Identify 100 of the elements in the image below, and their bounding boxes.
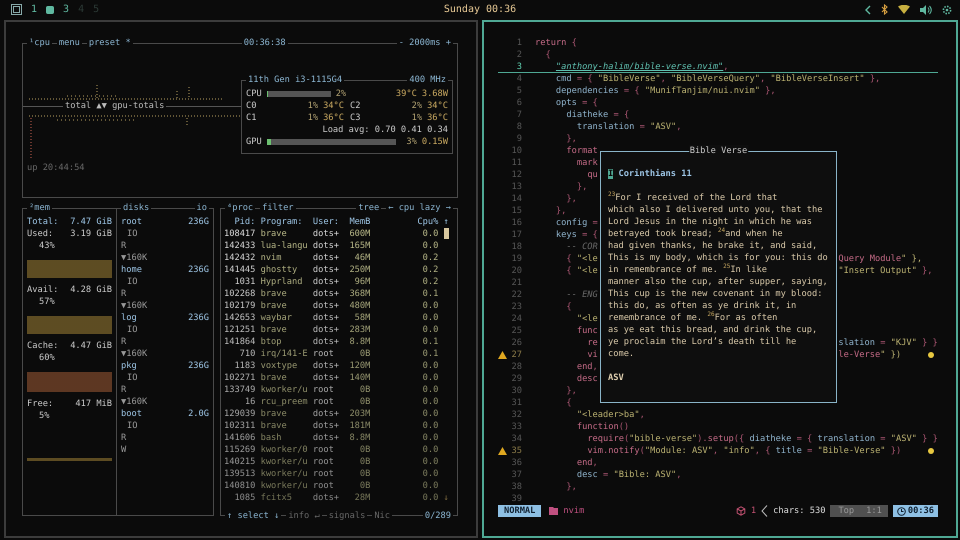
disk-stat: W	[121, 444, 128, 456]
verse-text: which also I delivered unto you, that the	[608, 204, 824, 216]
code-line: },	[554, 205, 566, 217]
percent-text: 2%	[412, 100, 422, 112]
table-cell: 129039	[224, 408, 256, 420]
disk-stat: ▼160K	[121, 252, 148, 264]
percent-text: 1%	[308, 100, 318, 112]
code-line: vi	[586, 349, 598, 361]
table-cell-text: 0B	[358, 396, 370, 408]
table-cell-text: brave	[260, 420, 288, 432]
panel-tab[interactable]: ← cpu lazy →	[386, 202, 453, 214]
window-icon[interactable]	[11, 4, 22, 15]
scroll-down-arrow[interactable]: ↓	[444, 492, 454, 504]
table-cell-text: 0.0	[422, 468, 438, 480]
wifi-icon[interactable]	[898, 5, 910, 14]
table-cell-text: 710	[238, 348, 256, 360]
scroll-up-arrow[interactable]: ↑	[444, 216, 454, 228]
table-cell-text: brave	[260, 324, 288, 336]
code-line: config =	[554, 217, 598, 229]
code-line: },	[576, 181, 588, 193]
disk-stat: R	[121, 240, 128, 252]
table-cell-text: 0B	[358, 480, 370, 492]
volume-icon[interactable]	[920, 4, 932, 14]
settings-icon[interactable]	[942, 4, 952, 14]
column-header[interactable]: User:	[312, 216, 340, 228]
line-number: 34	[510, 433, 522, 445]
table-cell-text: 0B	[358, 456, 370, 468]
panel-tab[interactable]: ¹cpu	[27, 37, 52, 49]
memory-label: Cache:	[27, 340, 58, 352]
line-number: 6	[516, 97, 522, 109]
code-line: function()	[576, 421, 630, 433]
change-count: 1	[750, 505, 756, 517]
code-line: cmd = { "BibleVerse", "BibleVerseQuery", "BibleVerseInsert" },	[554, 73, 880, 85]
power-text: 3.68W	[422, 88, 448, 100]
column-header[interactable]: Program:	[260, 216, 308, 228]
clock: Sunday 00:36	[444, 4, 516, 16]
code-line: "<leader>ba",	[576, 409, 645, 421]
table-cell-text: root	[312, 444, 335, 456]
column-header[interactable]: MemB	[344, 216, 370, 228]
disk-stat: IO	[126, 324, 138, 336]
verse-text: betrayed took bread; $^{24}$and when he	[608, 228, 784, 240]
disk-size: 2.0G	[188, 408, 209, 420]
column-header[interactable]: Pid:	[224, 216, 256, 228]
code-line: },	[565, 193, 577, 205]
line-number: 28	[510, 361, 522, 373]
table-cell: 140810	[224, 480, 256, 492]
disk-stat: R	[121, 384, 128, 396]
code-line: opts = {	[554, 97, 598, 109]
scrollbar-thumb[interactable]	[444, 228, 449, 239]
line-number: 5	[516, 85, 522, 97]
memory-value: 3.19 GiB	[70, 228, 112, 240]
line-number: 27	[510, 349, 522, 361]
memory-label: Used:	[27, 228, 54, 240]
table-cell: dots+	[312, 324, 340, 336]
workspace-button[interactable]: 1	[31, 4, 38, 16]
table-cell: 141445	[224, 264, 256, 276]
table-cell-text: 1183	[233, 360, 256, 372]
mode-indicator: NORMAL	[498, 505, 542, 517]
table-cell: dots+	[312, 264, 340, 276]
verse-text: $^{23}$For I received of the Lord that	[608, 192, 778, 204]
table-cell: 108417	[224, 228, 256, 240]
table-cell: dots+	[312, 288, 340, 300]
table-cell: 141864	[224, 336, 256, 348]
code-line: require("bible-verse").setup({ diatheke = { translation = "ASV" } }	[586, 433, 938, 445]
temperature-text: 39°C	[396, 88, 417, 100]
disk-stat: IO	[126, 228, 138, 240]
temperature-text: 34°C	[427, 100, 448, 112]
bluetooth-icon[interactable]	[881, 4, 888, 15]
line-number: 17	[510, 229, 522, 241]
code-line: { "<le	[565, 265, 598, 277]
table-cell: 139513	[224, 468, 256, 480]
chevron-left-icon[interactable]	[864, 4, 871, 14]
code-line: end,	[576, 457, 598, 469]
memory-label: Free:	[27, 398, 54, 410]
verse-text: in remembrance of me. $^{25}$In like	[608, 264, 768, 276]
table-cell: 121251	[224, 324, 256, 336]
disk-name: boot	[121, 408, 142, 420]
code-line: translation = "ASV",	[576, 121, 682, 133]
verse-text: come.	[608, 348, 636, 360]
percent-text: 1%	[412, 112, 422, 124]
panel-tab[interactable]: preset *	[86, 37, 133, 49]
workspace-button[interactable]	[46, 6, 54, 14]
table-cell: 102311	[224, 420, 256, 432]
table-cell-text: 0.0	[422, 420, 438, 432]
line-number: 25	[510, 325, 522, 337]
table-cell-text: voxtype	[260, 360, 298, 372]
table-cell-text: 0.0	[422, 432, 438, 444]
code-line: {	[565, 301, 572, 313]
code-line: desc = "Bible: ASV",	[576, 469, 682, 481]
column-header[interactable]: Cpu%	[417, 216, 438, 228]
panel-tab[interactable]: ⁴proc	[225, 202, 256, 214]
table-cell-text: 0.0	[422, 300, 438, 312]
code-line: qu	[586, 169, 598, 181]
workspace-button[interactable]: 3	[63, 4, 70, 16]
code-line: func	[576, 325, 598, 337]
table-cell: lua-langu	[260, 240, 308, 252]
code-line: vim.notify("Module: ASV", "info", { title = "Bible-Verse" })	[586, 445, 902, 457]
line-number: 20	[510, 265, 522, 277]
meter-label: GPU	[246, 136, 262, 148]
memory-value: 7.47 GiB	[70, 216, 112, 228]
